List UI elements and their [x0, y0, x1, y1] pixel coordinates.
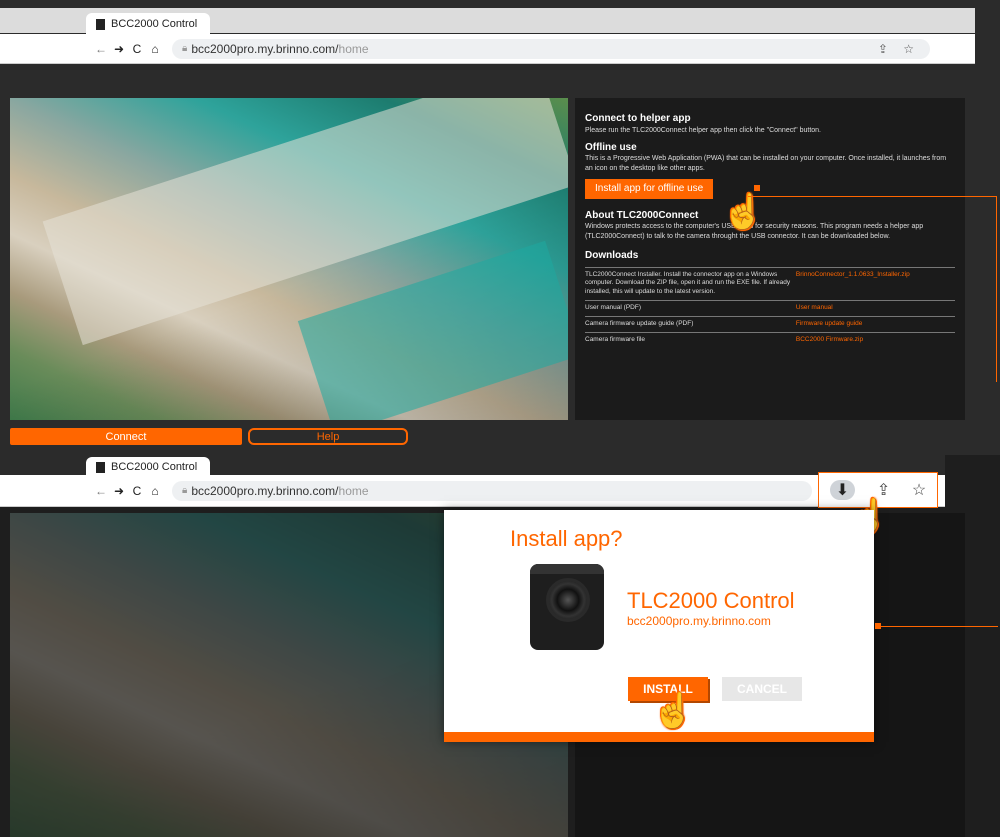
download-link[interactable]: BCC2000 Firmware.zip: [795, 331, 955, 348]
download-label: TLC2000Connect Installer. Install the co…: [585, 266, 796, 301]
forward-icon[interactable]: ➜: [110, 42, 128, 56]
browser-tab[interactable]: BCC2000 Control: [86, 13, 210, 35]
page-topbar: [0, 64, 975, 98]
download-label: Camera firmware update guide (PDF): [585, 315, 796, 333]
star-icon[interactable]: ☆: [912, 480, 926, 500]
helper-heading: Connect to helper app: [585, 113, 691, 124]
tab-title: BCC2000 Control: [111, 18, 198, 30]
home-icon[interactable]: ⌂: [146, 42, 164, 56]
helper-text: Please run the TLC2000Connect helper app…: [585, 126, 821, 134]
pointer-hand-icon: ☝: [722, 193, 765, 231]
construction-photo: [10, 98, 568, 420]
page-icon: [96, 461, 105, 473]
install-offline-button[interactable]: Install app for offline use: [585, 179, 714, 199]
offline-text: This is a Progressive Web Application (P…: [585, 155, 947, 172]
home-icon[interactable]: ⌂: [146, 484, 164, 498]
browser-tab[interactable]: BCC2000 Control: [86, 457, 210, 477]
page-icon: [96, 18, 105, 30]
about-text: Windows protects access to the computer'…: [585, 223, 924, 240]
share-icon[interactable]: ⇪: [877, 480, 890, 500]
back-icon[interactable]: ←: [92, 42, 110, 56]
tab-title: BCC2000 Control: [111, 461, 198, 473]
camera-image: [530, 564, 604, 650]
connect-button[interactable]: Connect: [10, 428, 242, 445]
table-row: TLC2000Connect Installer. Install the co…: [585, 266, 955, 301]
url-field[interactable]: 🔒︎ bcc2000pro.my.brinno.com/home ⇪ ☆: [172, 38, 930, 59]
about-heading: About TLC2000Connect: [585, 209, 699, 221]
forward-icon[interactable]: ➜: [110, 484, 128, 498]
app-name: TLC2000 Control: [627, 588, 795, 613]
table-row: Camera firmware update guide (PDF) Firmw…: [585, 315, 955, 333]
url-host: bcc2000pro.my.brinno.com/: [191, 483, 339, 498]
callout-dot: [754, 185, 760, 192]
url-field[interactable]: 🔒︎ bcc2000pro.my.brinno.com/home: [172, 480, 812, 501]
info-panel: Connect to helper app Please run the TLC…: [575, 98, 965, 420]
url-host: bcc2000pro.my.brinno.com/: [191, 41, 339, 56]
table-row: User manual (PDF) User manual: [585, 299, 955, 317]
downloads-table: TLC2000Connect Installer. Install the co…: [585, 266, 955, 348]
app-url: bcc2000pro.my.brinno.com: [627, 614, 771, 628]
lock-icon: 🔒︎: [182, 485, 188, 496]
address-bar: ← ➜ C ⌂ 🔒︎ bcc2000pro.my.brinno.com/home…: [0, 34, 975, 64]
offline-heading: Offline use: [585, 141, 637, 153]
download-link[interactable]: User manual: [795, 299, 955, 317]
callout-line: [880, 626, 998, 627]
back-icon[interactable]: ←: [92, 484, 110, 498]
browser-window-top: BCC2000 Control ← ➜ C ⌂ 🔒︎ bcc2000pro.my…: [0, 0, 1000, 455]
url-path: home: [338, 483, 369, 498]
callout-line: [748, 196, 997, 197]
download-link[interactable]: BrinnoConnector_1.1.0633_Installer.zip: [795, 266, 955, 301]
table-row: Camera firmware file BCC2000 Firmware.zi…: [585, 331, 955, 348]
lock-icon: 🔒︎: [182, 43, 188, 54]
help-button[interactable]: Help: [248, 428, 408, 445]
download-label: User manual (PDF): [585, 299, 796, 317]
dialog-title: Install app?: [510, 526, 623, 551]
download-link[interactable]: Firmware update guide: [795, 315, 955, 333]
download-label: Camera firmware file: [585, 331, 796, 348]
callout-line: [996, 196, 997, 382]
reload-icon[interactable]: C: [128, 42, 146, 56]
address-bar: ← ➜ C ⌂ 🔒︎ bcc2000pro.my.brinno.com/home: [0, 475, 945, 507]
url-path: home: [338, 41, 369, 56]
cancel-button[interactable]: CANCEL: [722, 677, 802, 701]
share-star-icons[interactable]: ⇪ ☆: [878, 42, 920, 56]
downloads-heading: Downloads: [585, 250, 639, 262]
install-app-icon[interactable]: ⬇: [829, 480, 856, 500]
pointer-hand-icon: ☝: [652, 692, 695, 730]
reload-icon[interactable]: C: [128, 484, 146, 498]
